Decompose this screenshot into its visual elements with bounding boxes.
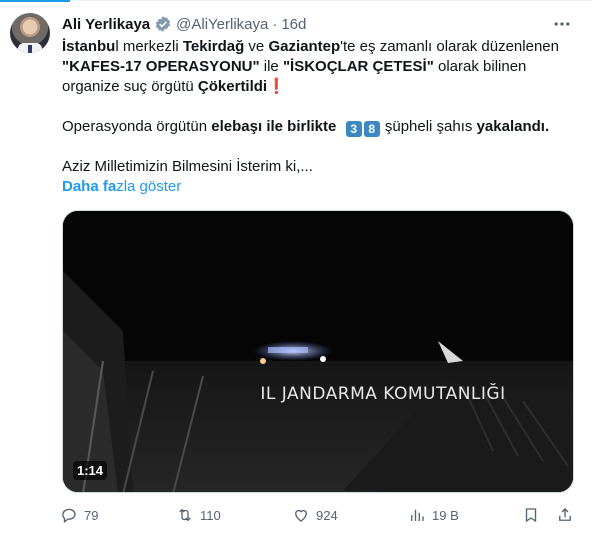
text-cokertildi: Çökertildi [197, 78, 268, 95]
action-bar: 79 110 924 19 B [56, 503, 580, 527]
text-tekirdag: Tekirdağ [182, 38, 245, 55]
reply-icon [62, 508, 76, 524]
text-fragment: ile [259, 58, 283, 75]
bookmark-icon [525, 508, 537, 523]
text-fragment: Operasyonda örgütün [62, 118, 212, 135]
exclamation-icon: ❗ [267, 78, 286, 95]
verified-icon [156, 16, 171, 32]
share-button[interactable] [556, 503, 574, 527]
text-gap [62, 137, 572, 157]
tweet-time[interactable]: 16d [281, 16, 306, 33]
gendarmerie-sign-text: IL JANDARMA KOMUTANLIĞI [260, 382, 505, 404]
text-captured: yakalandı. [476, 118, 550, 135]
show-more-bold: Daha fa [62, 178, 117, 195]
text-fragment: olarak bilinen [433, 58, 527, 75]
text-leader: elebaşı ile birlikte [211, 118, 337, 135]
bookmark-button[interactable] [522, 503, 540, 527]
reply-count: 79 [84, 507, 99, 523]
video-duration: 1:14 [73, 461, 108, 480]
text-fragment: ve [244, 38, 269, 55]
video-frame: IL JANDARMA KOMUTANLIĞI [63, 211, 573, 492]
digit-badge-3: 3 [345, 121, 362, 137]
top-accent-bar [0, 0, 70, 2]
tweet-text: İstanbul merkezli Tekirdağ ve Gaziantep'… [62, 37, 572, 197]
more-dots-glyph [554, 22, 570, 26]
views-icon [411, 509, 424, 521]
video-player[interactable]: IL JANDARMA KOMUTANLIĞI 1:14 [62, 210, 574, 493]
text-line-7: Aziz Milletimizin Bilmesini İsterim ki,.… [62, 158, 313, 175]
like-icon [295, 509, 307, 522]
text-fragment: 'te eş zamanlı olarak düzenlenen [340, 38, 559, 55]
text-gap [62, 97, 572, 117]
like-count: 924 [316, 507, 338, 523]
avatar[interactable] [10, 13, 50, 53]
text-fragment: şüpheli şahıs [380, 118, 477, 135]
reply-button[interactable]: 79 [60, 503, 98, 527]
text-line-3: organize suç örgütü Çökertildi❗ [62, 77, 572, 97]
repost-button[interactable]: 110 [176, 503, 221, 527]
show-more-rest: zla göster [116, 178, 182, 195]
top-divider [0, 0, 592, 1]
text-operation-name: "KAFES-17 OPERASYONU" [62, 58, 260, 75]
digit-badge-8: 8 [363, 121, 380, 137]
text-line-5: Operasyonda örgütün elebaşı ile birlikte… [62, 117, 572, 137]
more-icon[interactable] [550, 14, 574, 34]
tweet-header: Ali Yerlikaya @AliYerlikaya · 16d [62, 14, 306, 34]
text-fragment: l merkezli [115, 38, 183, 55]
text-istanbul-bold: İstanbu [62, 38, 116, 55]
author-handle[interactable]: @AliYerlikaya [176, 16, 268, 33]
repost-count: 110 [200, 507, 221, 523]
text-line-2: "KAFES-17 OPERASYONU" ile "İSKOÇLAR ÇETE… [62, 57, 572, 77]
repost-icon [179, 508, 191, 522]
author-name[interactable]: Ali Yerlikaya [62, 16, 150, 33]
text-fragment: organize suç örgütü [62, 78, 198, 95]
separator-dot: · [272, 15, 278, 33]
show-more-link[interactable]: Daha fazla göster [62, 177, 572, 197]
text-line-1: İstanbul merkezli Tekirdağ ve Gaziantep'… [62, 37, 572, 57]
text-gaziantep: Gaziantep [268, 38, 341, 55]
share-icon [559, 508, 571, 521]
avatar-tie [28, 45, 32, 53]
text-gang-name: "İSKOÇLAR ÇETESİ" [282, 58, 434, 75]
views-button[interactable]: 19 B [408, 503, 459, 527]
views-count: 19 B [432, 507, 459, 523]
like-button[interactable]: 924 [292, 503, 338, 527]
